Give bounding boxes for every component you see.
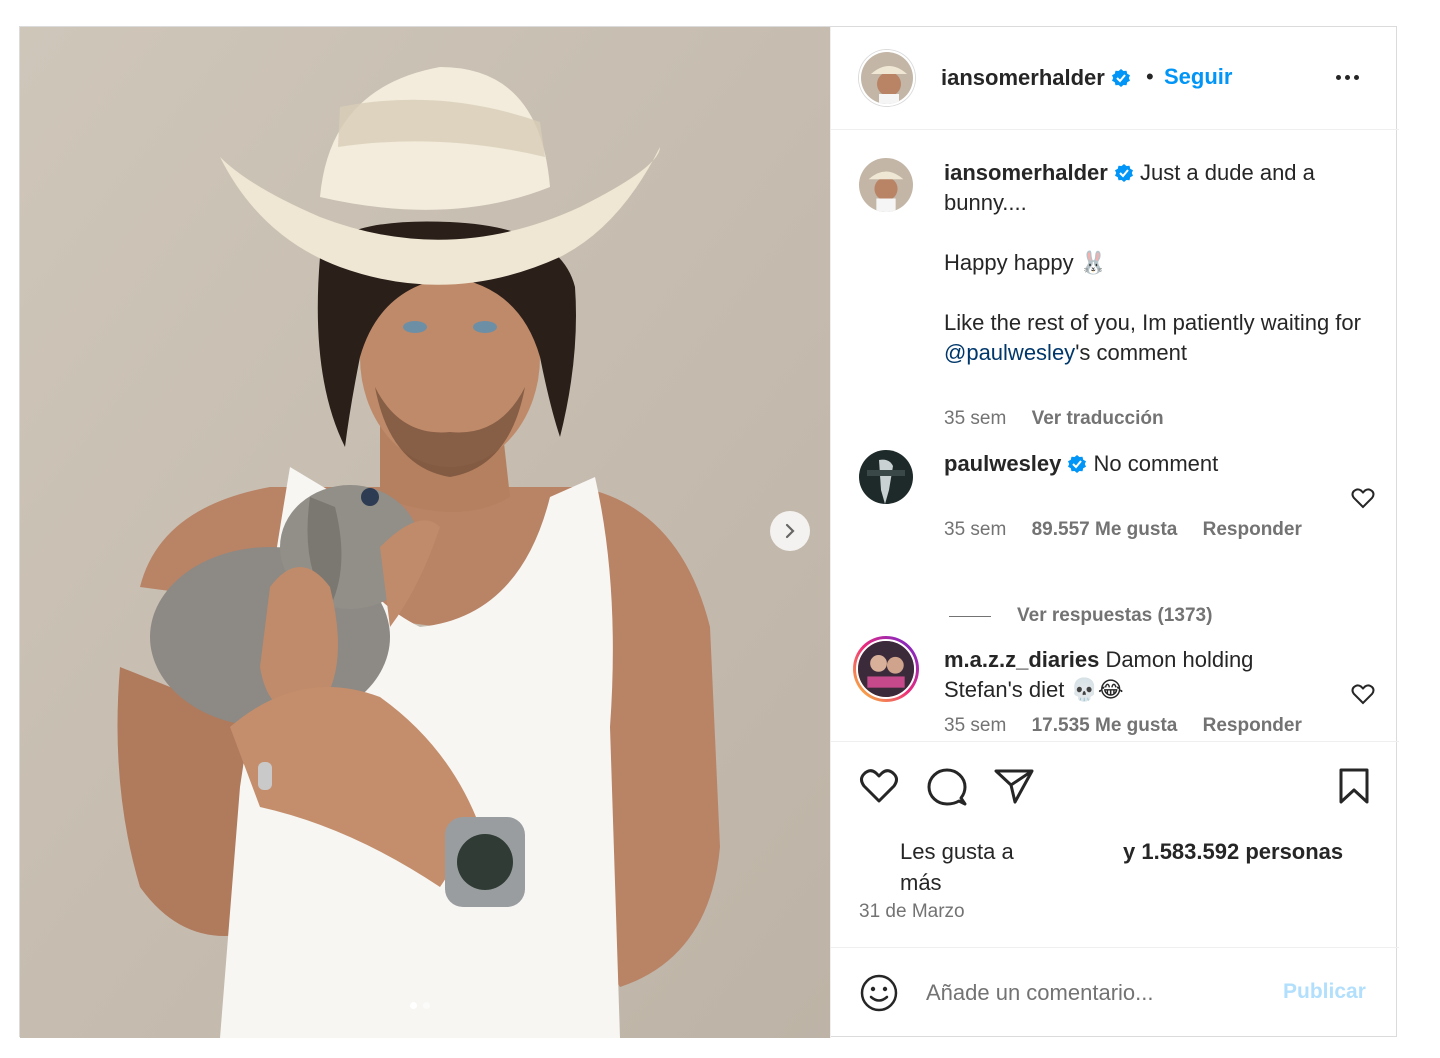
replies-divider [949, 615, 991, 617]
author-avatar[interactable] [859, 50, 915, 106]
caption-line: Happy happy 🐰 [944, 250, 1108, 275]
caption-mention-suffix: 's comment [1075, 340, 1187, 365]
reply-button[interactable]: Responder [1203, 715, 1302, 736]
reply-button[interactable]: Responder [1203, 519, 1302, 540]
add-comment-bar: Publicar [831, 947, 1399, 1038]
verified-badge-icon [1114, 164, 1133, 182]
chevron-right-icon [785, 523, 795, 539]
photo-illustration [20, 27, 830, 1038]
caption-time: 35 sem [944, 408, 1007, 429]
more-options-button[interactable] [1336, 67, 1366, 87]
follow-button[interactable]: Seguir [1164, 64, 1232, 90]
verified-badge-icon [1111, 69, 1130, 87]
comment-like-heart-icon[interactable] [1351, 487, 1375, 509]
comment-input[interactable] [926, 976, 1266, 1010]
post-date: 31 de Marzo [859, 901, 965, 922]
comment-likes[interactable]: 89.557 Me gusta [1032, 519, 1178, 540]
verified-badge-icon [1068, 455, 1087, 473]
caption-text: iansomerhalder Just a dude and a bunny..… [944, 158, 1364, 368]
comment-time: 35 sem [944, 519, 1007, 540]
comment-bubble-icon[interactable] [927, 768, 967, 806]
next-photo-button[interactable] [770, 511, 810, 551]
caption-meta: 35 sem Ver traducción [944, 408, 1184, 430]
post-photo[interactable] [20, 27, 830, 1038]
carousel-dot-active [410, 1002, 417, 1009]
more-dot-icon [1354, 74, 1359, 80]
share-paper-plane-icon[interactable] [994, 768, 1034, 804]
caption-username[interactable]: iansomerhalder [944, 160, 1108, 185]
comment-likes[interactable]: 17.535 Me gusta [1032, 715, 1178, 736]
post-actions: Les gusta a más y 1.583.592 personas 31 … [831, 741, 1399, 947]
comment-text: m.a.z.z_diaries Damon holding Stefan's d… [944, 645, 1304, 705]
translate-button[interactable]: Ver traducción [1032, 408, 1164, 429]
carousel-dots [410, 1002, 430, 1009]
comment-username[interactable]: m.a.z.z_diaries [944, 647, 1099, 672]
comments-list[interactable]: iansomerhalder Just a dude and a bunny..… [831, 131, 1399, 741]
more-dot-icon [1336, 74, 1341, 80]
caption-line: Like the rest of you, Im patiently waiti… [944, 310, 1361, 335]
like-heart-icon[interactable] [859, 768, 899, 804]
comment-like-heart-icon[interactable] [1351, 683, 1375, 705]
comment-text: paulwesley No comment [944, 449, 1324, 479]
likes-summary[interactable]: Les gusta a más [900, 836, 1050, 898]
publish-button[interactable]: Publicar [1283, 980, 1366, 1004]
save-bookmark-icon[interactable] [1338, 768, 1370, 804]
post-side-panel: iansomerhalder • Seguir iansomerhalder J… [830, 27, 1399, 1038]
post-dialog: iansomerhalder • Seguir iansomerhalder J… [19, 26, 1399, 1038]
carousel-dot [423, 1002, 430, 1009]
comment-avatar-mazz-diaries[interactable] [853, 636, 919, 702]
more-dot-icon [1345, 74, 1350, 80]
likes-count[interactable]: y 1.583.592 personas [1123, 836, 1343, 867]
header-separator: • [1146, 64, 1154, 89]
mention-link[interactable]: @paulwesley [944, 340, 1075, 365]
comment-meta: 35 sem 17.535 Me gusta Responder [944, 715, 1322, 737]
comment-avatar-paulwesley[interactable] [859, 450, 913, 504]
post-header: iansomerhalder • Seguir [831, 27, 1399, 130]
comment-body: No comment [1093, 451, 1219, 476]
author-username[interactable]: iansomerhalder [941, 65, 1131, 91]
view-replies-button[interactable]: Ver respuestas (1373) [949, 605, 1212, 627]
caption-avatar[interactable] [859, 158, 913, 212]
comment-time: 35 sem [944, 715, 1007, 736]
comment-meta: 35 sem 89.557 Me gusta Responder [944, 519, 1322, 541]
comment-username[interactable]: paulwesley [944, 451, 1061, 476]
view-replies-label: Ver respuestas (1373) [1017, 605, 1213, 626]
emoji-smiley-icon[interactable] [859, 973, 899, 1013]
